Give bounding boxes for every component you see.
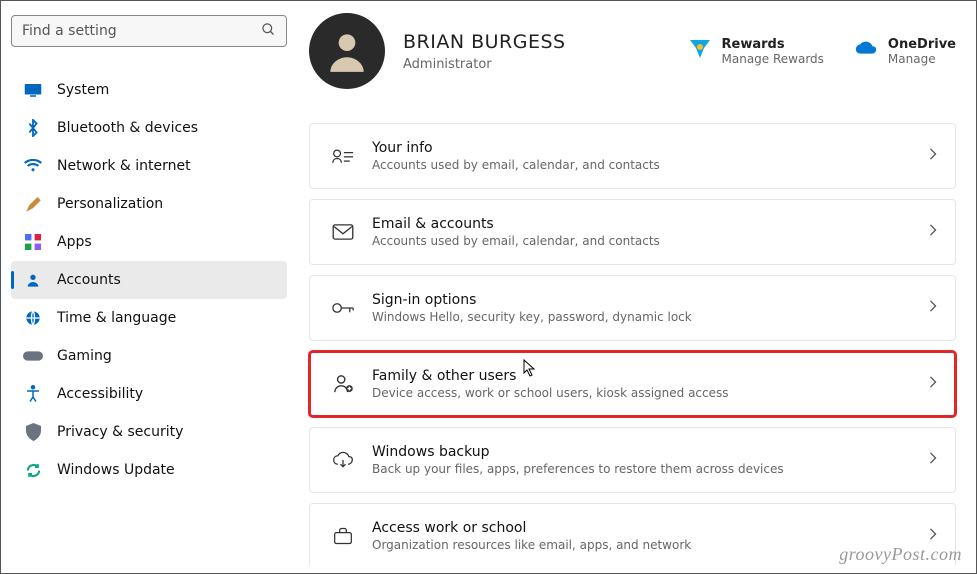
search-input[interactable] bbox=[22, 23, 261, 39]
mail-icon bbox=[328, 224, 358, 240]
sidebar-item-system[interactable]: System bbox=[11, 71, 287, 109]
chevron-right-icon bbox=[929, 224, 937, 240]
backup-icon bbox=[328, 451, 358, 469]
chevron-right-icon bbox=[929, 452, 937, 468]
sidebar-item-label: Apps bbox=[57, 234, 92, 250]
item-title: Windows backup bbox=[372, 444, 929, 460]
globe-icon bbox=[23, 310, 43, 326]
onedrive-card[interactable]: OneDrive Manage bbox=[854, 37, 956, 66]
sidebar-item-privacy-security[interactable]: Privacy & security bbox=[11, 413, 287, 451]
sidebar-item-network-internet[interactable]: Network & internet bbox=[11, 147, 287, 185]
item-title: Email & accounts bbox=[372, 216, 929, 232]
rewards-sub: Manage Rewards bbox=[722, 52, 824, 66]
user-info: BRIAN BURGESS Administrator bbox=[403, 31, 670, 72]
chevron-right-icon bbox=[929, 300, 937, 316]
item-subtitle: Back up your files, apps, preferences to… bbox=[372, 462, 929, 476]
settings-item-your-info[interactable]: Your info Accounts used by email, calend… bbox=[309, 123, 956, 189]
onedrive-icon bbox=[854, 37, 878, 61]
sidebar-item-label: Time & language bbox=[57, 310, 176, 326]
accessibility-icon bbox=[23, 385, 43, 403]
item-title: Sign-in options bbox=[372, 292, 929, 308]
chevron-right-icon bbox=[929, 148, 937, 164]
sidebar-item-label: Network & internet bbox=[57, 158, 191, 174]
update-icon bbox=[23, 462, 43, 479]
sidebar-item-gaming[interactable]: Gaming bbox=[11, 337, 287, 375]
sidebar: System Bluetooth & devices Network & inter… bbox=[7, 9, 297, 565]
brush-icon bbox=[23, 195, 43, 213]
settings-item-family-other-users[interactable]: Family & other users Device access, work… bbox=[309, 351, 956, 417]
settings-item-email-accounts[interactable]: Email & accounts Accounts used by email,… bbox=[309, 199, 956, 265]
key-icon bbox=[328, 300, 358, 316]
sidebar-item-apps[interactable]: Apps bbox=[11, 223, 287, 261]
briefcase-icon bbox=[328, 527, 358, 545]
chevron-right-icon bbox=[929, 376, 937, 392]
family-icon bbox=[328, 374, 358, 394]
chevron-right-icon bbox=[929, 528, 937, 544]
rewards-title: Rewards bbox=[722, 37, 824, 52]
sidebar-item-label: Personalization bbox=[57, 196, 163, 212]
rewards-card[interactable]: Rewards Manage Rewards bbox=[688, 37, 824, 66]
main-content: BRIAN BURGESS Administrator Rewards Mana… bbox=[297, 9, 970, 565]
shield-icon bbox=[23, 423, 43, 441]
item-subtitle: Accounts used by email, calendar, and co… bbox=[372, 234, 929, 248]
person-icon bbox=[23, 272, 43, 288]
sidebar-item-accessibility[interactable]: Accessibility bbox=[11, 375, 287, 413]
sidebar-item-label: Bluetooth & devices bbox=[57, 120, 198, 136]
sidebar-item-accounts[interactable]: Accounts bbox=[11, 261, 287, 299]
account-header: BRIAN BURGESS Administrator Rewards Mana… bbox=[309, 13, 956, 89]
settings-list: Your info Accounts used by email, calend… bbox=[309, 123, 956, 565]
sidebar-item-label: Accounts bbox=[57, 272, 121, 288]
item-subtitle: Organization resources like email, apps,… bbox=[372, 538, 929, 552]
sidebar-item-bluetooth-devices[interactable]: Bluetooth & devices bbox=[11, 109, 287, 147]
gamepad-icon bbox=[23, 349, 43, 363]
sidebar-item-label: System bbox=[57, 82, 109, 98]
your-info-icon bbox=[328, 148, 358, 164]
wifi-icon bbox=[23, 159, 43, 173]
item-title: Access work or school bbox=[372, 520, 929, 536]
onedrive-title: OneDrive bbox=[888, 37, 956, 52]
settings-item-windows-backup[interactable]: Windows backup Back up your files, apps,… bbox=[309, 427, 956, 493]
sidebar-item-windows-update[interactable]: Windows Update bbox=[11, 451, 287, 489]
sidebar-item-personalization[interactable]: Personalization bbox=[11, 185, 287, 223]
bluetooth-icon bbox=[23, 119, 43, 137]
sidebar-item-label: Privacy & security bbox=[57, 424, 183, 440]
avatar bbox=[309, 13, 385, 89]
sidebar-item-time-language[interactable]: Time & language bbox=[11, 299, 287, 337]
search-icon bbox=[261, 22, 276, 41]
sidebar-item-label: Windows Update bbox=[57, 462, 175, 478]
settings-item-sign-in-options[interactable]: Sign-in options Windows Hello, security … bbox=[309, 275, 956, 341]
item-subtitle: Accounts used by email, calendar, and co… bbox=[372, 158, 929, 172]
item-title: Your info bbox=[372, 140, 929, 156]
apps-icon bbox=[23, 234, 43, 250]
settings-item-access-work-or-school[interactable]: Access work or school Organization resou… bbox=[309, 503, 956, 565]
onedrive-sub: Manage bbox=[888, 52, 956, 66]
rewards-icon bbox=[688, 37, 712, 61]
sidebar-item-label: Gaming bbox=[57, 348, 112, 364]
search-box[interactable] bbox=[11, 15, 287, 47]
item-subtitle: Windows Hello, security key, password, d… bbox=[372, 310, 929, 324]
item-subtitle: Device access, work or school users, kio… bbox=[372, 386, 929, 400]
sidebar-item-label: Accessibility bbox=[57, 386, 143, 402]
user-role: Administrator bbox=[403, 57, 670, 72]
user-name: BRIAN BURGESS bbox=[403, 31, 670, 53]
monitor-icon bbox=[23, 83, 43, 97]
item-title: Family & other users bbox=[372, 368, 929, 384]
